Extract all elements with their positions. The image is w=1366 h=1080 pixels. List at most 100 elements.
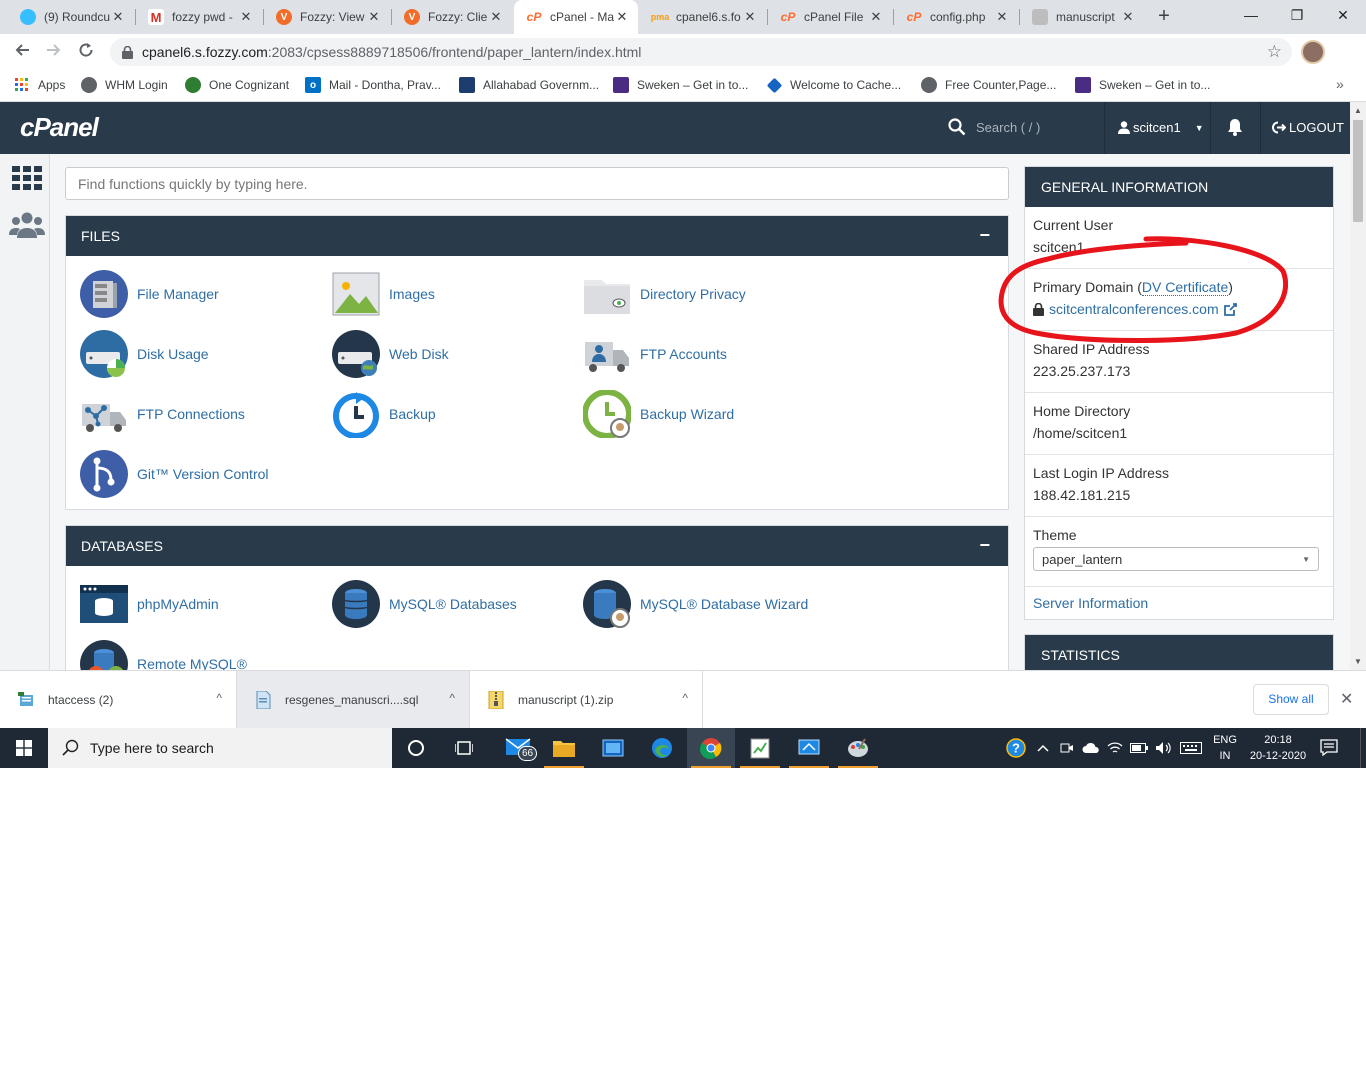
tab-cpanel-main[interactable]: cP cPanel - Ma ✕ [514,0,638,34]
minimize-button[interactable]: — [1228,0,1274,30]
chevron-up-icon[interactable]: ^ [216,691,222,705]
notifications-button[interactable] [1227,118,1243,139]
file-explorer-button[interactable] [540,728,588,768]
window-close-button[interactable]: ✕ [1320,0,1366,30]
tab-phpmyadmin[interactable]: pma cpanel6.s.fo ✕ [640,0,766,34]
backup-wizard-link[interactable]: Backup Wizard [583,390,734,438]
show-all-downloads-button[interactable]: Show all [1253,684,1329,715]
reload-button[interactable] [72,38,100,66]
onedrive-tray[interactable] [1080,728,1102,768]
wifi-tray[interactable] [1104,728,1126,768]
close-icon[interactable]: ✕ [366,9,382,25]
close-download-shelf-icon[interactable]: ✕ [1340,689,1353,709]
directory-privacy-link[interactable]: Directory Privacy [583,270,746,318]
databases-panel-header[interactable]: DATABASES − [66,526,1008,566]
touch-keyboard-tray[interactable] [1178,728,1204,768]
cortana-button[interactable] [392,728,440,768]
paint-button[interactable] [834,728,882,768]
remote-mysql-link[interactable]: Remote MySQL® [80,640,247,670]
page-scrollbar[interactable]: ▲ ▼ [1350,102,1366,670]
control-panel-button[interactable] [589,728,637,768]
bookmark-whm-login[interactable]: WHM Login [81,70,168,100]
mail-app-button[interactable]: 66 [494,728,542,768]
disk-usage-link[interactable]: Disk Usage [80,330,209,378]
scroll-up-icon[interactable]: ▲ [1354,106,1362,115]
tab-manuscript[interactable]: manuscript ✕ [1020,0,1144,34]
volume-tray[interactable] [1152,728,1174,768]
tab-fozzy-client[interactable]: V Fozzy: Clien ✕ [392,0,512,34]
tab-cpanel-file[interactable]: cP cPanel File ✕ [768,0,892,34]
chevron-up-icon[interactable]: ^ [449,691,455,705]
ftp-connections-link[interactable]: FTP Connections [80,390,245,438]
battery-tray[interactable] [1128,728,1150,768]
user-menu[interactable]: scitcen1 ▼ [1118,120,1204,135]
download-item-sql[interactable]: resgenes_manuscri....sql ^ [237,671,470,728]
bookmark-mail[interactable]: o Mail - Dontha, Prav... [305,70,441,100]
tab-fozzy-view[interactable]: V Fozzy: View ✕ [264,0,390,34]
tab-config-php[interactable]: cP config.php ✕ [894,0,1018,34]
bookmark-cache[interactable]: Welcome to Cache... [766,70,901,100]
input-language[interactable]: ENG IN [1208,732,1242,764]
dv-certificate-link[interactable]: DV Certificate [1141,279,1229,296]
mysql-databases-link[interactable]: MySQL® Databases [332,580,517,628]
bookmark-apps[interactable]: Apps [14,70,65,100]
edge-button[interactable] [638,728,686,768]
profile-avatar[interactable] [1301,40,1325,64]
close-icon[interactable]: ✕ [1120,9,1136,25]
address-bar[interactable]: cpanel6.s.fozzy.com:2083/cpsess888971850… [110,38,1292,66]
close-icon[interactable]: ✕ [742,9,758,25]
images-link[interactable]: Images [332,270,435,318]
close-icon[interactable]: ✕ [238,9,254,25]
bookmark-sweken[interactable]: Sweken – Get in to... [613,70,748,100]
collapse-icon[interactable]: − [979,536,990,554]
taskbar-search[interactable]: Type here to search [48,728,392,768]
bookmark-sweken-2[interactable]: Sweken – Get in to... [1075,70,1210,100]
forward-button[interactable] [40,38,68,66]
bookmarks-overflow-icon[interactable]: » [1336,76,1344,92]
users-button[interactable] [9,212,45,241]
scrollbar-thumb[interactable] [1353,120,1363,222]
home-grid-button[interactable] [12,166,42,193]
tab-gmail[interactable]: M fozzy pwd - ✕ [136,0,262,34]
maximize-button[interactable]: ❐ [1274,0,1320,30]
close-icon[interactable]: ✕ [110,9,126,25]
cpanel-logo[interactable]: cPanel [20,112,99,143]
web-disk-link[interactable]: Web Disk [332,330,449,378]
show-desktop-button[interactable] [1360,728,1366,768]
close-icon[interactable]: ✕ [488,9,504,25]
help-tray-icon[interactable]: ? [1004,728,1028,768]
remote-desktop-button[interactable] [785,728,833,768]
backup-link[interactable]: Backup [332,390,436,438]
server-information-link[interactable]: Server Information [1025,587,1333,619]
close-icon[interactable]: ✕ [614,9,630,25]
show-hidden-icons[interactable] [1034,728,1052,768]
ftp-accounts-link[interactable]: FTP Accounts [583,330,727,378]
close-icon[interactable]: ✕ [868,9,884,25]
mysql-database-wizard-link[interactable]: MySQL® Database Wizard [583,580,808,628]
notepad-plus-button[interactable] [736,728,784,768]
start-button[interactable] [0,728,48,768]
tab-roundcube[interactable]: (9) Roundcu ✕ [8,0,134,34]
bookmark-star-icon[interactable]: ☆ [1267,42,1282,62]
bookmark-one-cognizant[interactable]: One Cognizant [185,70,289,100]
file-manager-link[interactable]: File Manager [80,270,219,318]
clock[interactable]: 20:18 20-12-2020 [1244,732,1312,764]
bookmark-free-counter[interactable]: Free Counter,Page... [921,70,1056,100]
task-view-button[interactable] [440,728,488,768]
back-button[interactable] [8,38,36,66]
phpmyadmin-link[interactable]: phpMyAdmin [80,580,219,628]
git-version-control-link[interactable]: Git™ Version Control [80,450,269,498]
bookmark-allahabad[interactable]: Allahabad Governm... [459,70,599,100]
primary-domain-link[interactable]: scitcentralconferences.com [1033,301,1325,317]
action-center-button[interactable] [1320,738,1338,759]
quick-find-input[interactable] [65,167,1009,200]
meet-now-tray[interactable] [1056,728,1078,768]
new-tab-button[interactable]: + [1152,5,1176,29]
download-item-zip[interactable]: manuscript (1).zip ^ [470,671,703,728]
files-panel-header[interactable]: FILES − [66,216,1008,256]
chrome-button[interactable] [687,728,735,768]
chevron-up-icon[interactable]: ^ [682,691,688,705]
scroll-down-icon[interactable]: ▼ [1354,657,1362,666]
collapse-icon[interactable]: − [979,226,990,244]
cpanel-search[interactable]: Search ( / ) [948,118,1040,136]
